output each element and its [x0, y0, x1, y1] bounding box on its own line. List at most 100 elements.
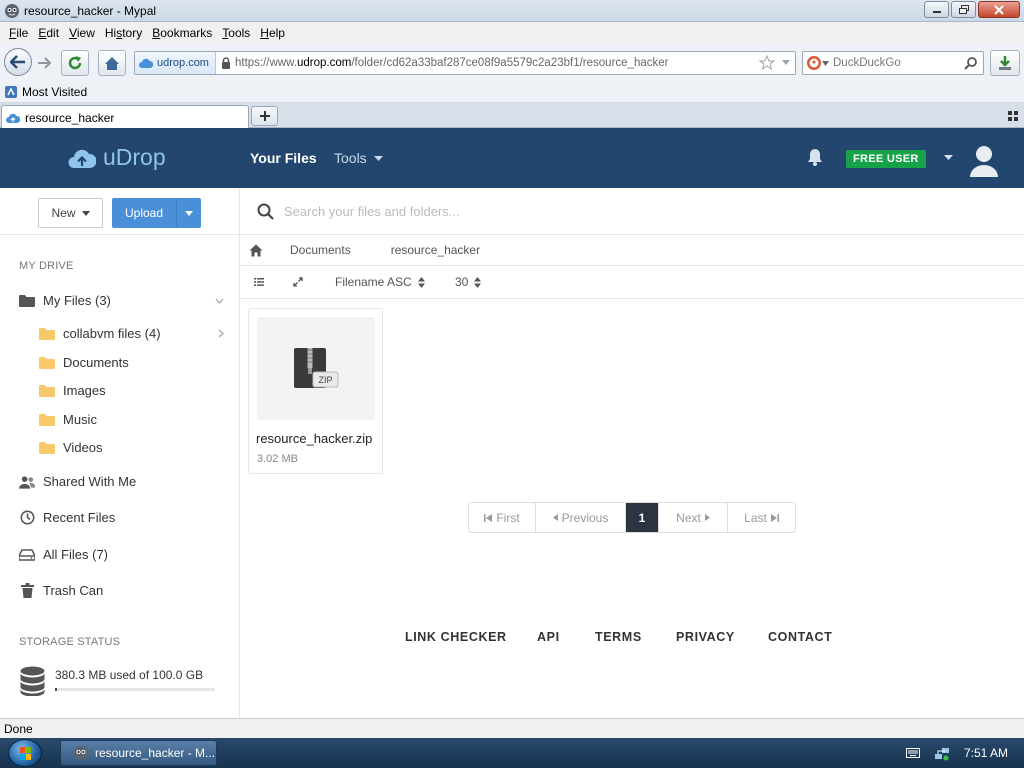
system-tray: 7:51 AM — [905, 738, 1024, 768]
tab-resource-hacker[interactable]: resource_hacker — [1, 105, 249, 129]
sort-icon — [474, 276, 482, 288]
folder-icon — [39, 442, 55, 454]
close-button[interactable] — [978, 1, 1020, 18]
sidebar-item-all-files[interactable]: All Files (7) — [19, 547, 108, 562]
magnifier-icon[interactable] — [964, 56, 978, 70]
browser-status-bar: Done — [0, 718, 1024, 738]
site-identity[interactable]: udrop.com — [135, 52, 216, 74]
pagination-next[interactable]: Next — [659, 503, 728, 532]
clock[interactable]: 7:51 AM — [964, 746, 1008, 760]
sidebar-folder-documents[interactable]: Documents — [39, 355, 129, 370]
chevron-right-icon[interactable] — [218, 329, 224, 338]
dropdown-arrow-icon[interactable] — [781, 59, 791, 66]
bell-icon[interactable] — [806, 147, 824, 167]
fullscreen-toggle[interactable] — [293, 277, 303, 287]
file-size: 3.02 MB — [257, 453, 298, 465]
home-icon[interactable] — [249, 244, 263, 257]
back-button[interactable] — [4, 48, 32, 76]
file-card[interactable]: ZIP resource_hacker.zip 3.02 MB — [248, 308, 383, 474]
footer-contact[interactable]: CONTACT — [768, 630, 832, 644]
download-icon — [999, 56, 1011, 70]
footer-api[interactable]: API — [537, 630, 560, 644]
sidebar-folder-collabvm-files[interactable]: collabvm files (4) — [39, 326, 161, 341]
restore-button[interactable] — [951, 1, 976, 18]
sidebar-item-recent-files[interactable]: Recent Files — [19, 510, 115, 525]
sidebar-item-my-files[interactable]: My Files (3) — [19, 293, 111, 308]
pagination-last[interactable]: Last — [728, 503, 795, 532]
sidebar-folder-music[interactable]: Music — [39, 412, 97, 427]
downloads-button[interactable] — [990, 50, 1020, 76]
udrop-favicon-icon — [6, 113, 20, 123]
menu-view[interactable]: View — [69, 26, 95, 40]
pagination-previous[interactable]: Previous — [536, 503, 626, 532]
cloud-icon — [139, 58, 153, 68]
minimize-button[interactable] — [924, 1, 949, 18]
keyboard-icon[interactable] — [905, 748, 920, 758]
menu-history[interactable]: History — [105, 26, 142, 40]
folder-icon — [39, 357, 55, 369]
breadcrumb-resource-hacker[interactable]: resource_hacker — [391, 243, 480, 257]
last-page-icon — [770, 513, 779, 522]
tab-strip: resource_hacker — [0, 103, 1024, 129]
user-avatar-icon — [970, 146, 998, 177]
url-bar[interactable]: udrop.com https://www.udrop.com/folder/c… — [134, 51, 796, 75]
storage-status-heading: STORAGE STATUS — [19, 636, 121, 648]
menu-edit[interactable]: Edit — [38, 26, 59, 40]
storage-usage-fill — [55, 688, 57, 691]
search-engine-selector[interactable] — [803, 55, 833, 71]
network-icon[interactable] — [934, 745, 950, 761]
new-tab-button[interactable] — [251, 106, 278, 126]
breadcrumb-documents[interactable]: Documents — [290, 243, 351, 257]
menu-bookmarks[interactable]: Bookmarks — [152, 26, 212, 40]
per-page-selector[interactable]: 30 — [455, 275, 482, 289]
avatar[interactable] — [968, 143, 1000, 180]
database-icon — [20, 666, 45, 696]
file-thumbnail[interactable]: ZIP — [257, 317, 375, 420]
url-text[interactable]: https://www.udrop.com/folder/cd62a33baf2… — [235, 57, 668, 69]
home-button[interactable] — [98, 50, 126, 76]
sidebar-folder-images[interactable]: Images — [39, 383, 106, 398]
bookmark-most-visited[interactable]: Most Visited — [4, 85, 87, 99]
list-view-toggle[interactable] — [254, 278, 264, 286]
star-icon[interactable] — [759, 55, 775, 70]
upload-options-toggle[interactable] — [176, 198, 201, 228]
forward-button[interactable] — [32, 50, 56, 76]
reload-button[interactable] — [61, 50, 89, 76]
footer-terms[interactable]: TERMS — [595, 630, 642, 644]
dropdown-arrow-icon — [822, 60, 829, 66]
account-badge[interactable]: FREE USER — [846, 150, 926, 168]
nav-tools[interactable]: Tools — [334, 150, 383, 166]
pagination: First Previous 1 Next Last — [468, 502, 796, 533]
caret-down-icon — [81, 210, 90, 216]
nav-your-files[interactable]: Your Files — [250, 150, 317, 166]
menu-tools[interactable]: Tools — [222, 26, 250, 40]
clock-icon — [20, 510, 34, 525]
pagination-first[interactable]: First — [469, 503, 536, 532]
search-bar[interactable]: DuckDuckGo — [802, 51, 984, 75]
list-all-tabs-button[interactable] — [1008, 110, 1018, 124]
file-search-input[interactable] — [284, 203, 784, 219]
search-icon — [257, 203, 274, 220]
start-button[interactable] — [8, 739, 42, 767]
sidebar-item-trash-can[interactable]: Trash Can — [19, 583, 103, 598]
pagination-current-page[interactable]: 1 — [626, 503, 659, 532]
footer-privacy[interactable]: PRIVACY — [676, 630, 735, 644]
file-name[interactable]: resource_hacker.zip — [256, 431, 372, 446]
sidebar-item-shared-with-me[interactable]: Shared With Me — [19, 474, 136, 489]
sort-selector[interactable]: Filename ASC — [335, 275, 425, 289]
storage-usage-text: 380.3 MB used of 100.0 GB — [55, 668, 204, 682]
arrow-right-icon — [38, 57, 51, 69]
menu-help[interactable]: Help — [260, 26, 285, 40]
taskbar-item-browser[interactable]: resource_hacker - M... — [60, 740, 217, 766]
udrop-logo[interactable]: uDrop — [68, 144, 166, 171]
sidebar-folder-videos[interactable]: Videos — [39, 440, 103, 455]
caret-right-icon — [704, 514, 710, 521]
chevron-down-icon[interactable] — [215, 298, 224, 304]
footer-link-checker[interactable]: LINK CHECKER — [405, 630, 507, 644]
grid-icon — [1008, 111, 1018, 121]
upload-button[interactable]: Upload — [112, 198, 201, 228]
caret-down-icon[interactable] — [944, 155, 953, 161]
file-search-row — [240, 188, 1024, 235]
new-button[interactable]: New — [38, 198, 103, 228]
menu-file[interactable]: File — [9, 26, 28, 40]
